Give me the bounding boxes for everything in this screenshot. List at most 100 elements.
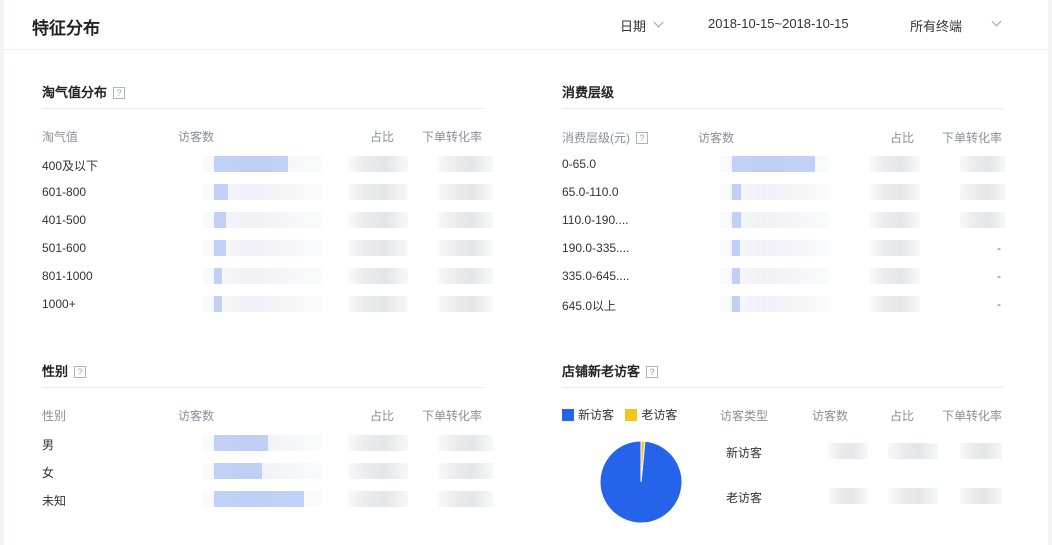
legend-item-old[interactable]: 老访客 <box>625 408 677 422</box>
visitor-count-redacted <box>828 488 868 504</box>
table-row[interactable]: 801-1000 <box>42 263 493 291</box>
gender-section-title: 性别? <box>42 361 87 380</box>
row-label: 65.0-110.0 <box>562 185 619 199</box>
table-row[interactable]: 110.0-190.... <box>562 207 1006 235</box>
date-range-value: 2018-10-15~2018-10-15 <box>708 16 849 31</box>
divider <box>562 387 1003 388</box>
help-icon[interactable]: ? <box>113 87 126 99</box>
visitor-bar <box>214 463 262 479</box>
row-label: 新访客 <box>726 446 763 460</box>
conversion-value-redacted <box>438 296 493 312</box>
share-value-redacted <box>348 156 408 172</box>
conversion-value-redacted <box>438 463 493 479</box>
conversion-value: - <box>997 241 1001 255</box>
conversion-value-redacted <box>438 240 493 256</box>
conversion-value-redacted <box>438 268 493 284</box>
share-value-redacted <box>348 212 408 228</box>
visitor-bar <box>214 240 226 256</box>
help-icon[interactable]: ? <box>636 132 648 144</box>
table-row[interactable]: 女 <box>42 458 493 486</box>
spending-col-share: 占比 <box>890 131 915 145</box>
share-value-redacted <box>870 296 920 312</box>
row-label: 男 <box>42 438 55 452</box>
visitor-pie-chart <box>599 440 683 524</box>
row-label: 645.0以上 <box>562 299 617 313</box>
table-row[interactable]: 65.0-110.0 <box>562 179 1006 207</box>
row-label: 0-65.0 <box>562 157 597 171</box>
page-frame: 特征分布 日期 2018-10-15~2018-10-15 所有终端 淘气值分布… <box>4 0 1048 545</box>
table-row[interactable]: 401-500 <box>42 207 493 235</box>
row-label: 501-600 <box>42 241 87 255</box>
table-row[interactable]: 501-600 <box>42 235 493 263</box>
help-icon[interactable]: ? <box>646 366 659 378</box>
share-value-redacted <box>348 240 408 256</box>
date-type-label: 日期 <box>620 19 647 34</box>
row-label: 1000+ <box>42 297 76 311</box>
date-type-dropdown[interactable]: 日期 <box>620 0 668 50</box>
divider <box>562 108 1003 109</box>
table-row[interactable]: 400及以下 <box>42 151 493 179</box>
row-label: 未知 <box>42 494 67 508</box>
share-value-redacted <box>348 491 408 507</box>
spending-col-label: 消费层级(元)? <box>562 129 648 146</box>
visitor-bar <box>732 156 815 172</box>
visitor-bar <box>214 156 288 172</box>
terminal-dropdown[interactable]: 所有终端 <box>910 0 1010 50</box>
table-row[interactable]: 新访客 <box>720 438 1003 468</box>
table-row[interactable]: 645.0以上 - <box>562 291 1003 319</box>
help-icon[interactable]: ? <box>74 366 87 378</box>
visitors-col-share: 占比 <box>890 409 915 423</box>
row-label: 401-500 <box>42 213 87 227</box>
table-row[interactable]: 190.0-335.... - <box>562 235 1003 263</box>
conversion-value-redacted <box>960 156 1006 172</box>
conversion-value-redacted <box>438 491 493 507</box>
visitors-col-visitors: 访客数 <box>812 409 849 423</box>
table-row[interactable]: 335.0-645.... - <box>562 263 1003 291</box>
legend-swatch-old <box>625 409 638 421</box>
date-range-picker[interactable]: 2018-10-15~2018-10-15 <box>708 0 878 50</box>
taoqi-col-label: 淘气值 <box>42 130 79 144</box>
conversion-value: - <box>997 297 1001 311</box>
table-row[interactable]: 601-800 <box>42 179 493 207</box>
row-label: 女 <box>42 466 55 480</box>
taoqi-title-text: 淘气值分布 <box>42 85 108 100</box>
visitor-bar <box>732 296 740 312</box>
visitors-col-conversion: 下单转化率 <box>942 409 1003 423</box>
legend-label-new: 新访客 <box>578 408 615 422</box>
visitor-bar <box>214 435 268 451</box>
table-row[interactable]: 老访客 <box>720 483 1003 513</box>
row-label: 190.0-335.... <box>562 241 630 255</box>
taoqi-col-share: 占比 <box>370 130 395 144</box>
visitors-col-type: 访客类型 <box>720 409 769 423</box>
visitors-section-title: 店铺新老访客? <box>562 361 659 380</box>
taoqi-col-visitors: 访客数 <box>178 130 215 144</box>
row-label: 801-1000 <box>42 269 93 283</box>
row-label: 老访客 <box>726 491 763 505</box>
visitor-bar <box>732 184 741 200</box>
row-label: 110.0-190.... <box>562 213 629 227</box>
share-value-redacted <box>348 463 408 479</box>
visitor-bar <box>214 184 228 200</box>
spending-col-label-text: 消费层级(元) <box>562 131 630 145</box>
share-value-redacted <box>348 184 408 200</box>
taoqi-section-title: 淘气值分布? <box>42 82 126 101</box>
conversion-value-redacted <box>438 435 493 451</box>
conversion-value-redacted <box>960 488 1002 504</box>
divider <box>42 108 484 109</box>
share-value-redacted <box>888 443 938 459</box>
table-row[interactable]: 男 <box>42 430 493 458</box>
gender-col-visitors: 访客数 <box>178 409 215 423</box>
conversion-value-redacted <box>960 212 1006 228</box>
table-row[interactable]: 未知 <box>42 486 493 514</box>
page-title: 特征分布 <box>32 19 100 38</box>
visitors-title-text: 店铺新老访客 <box>562 364 641 379</box>
table-row[interactable]: 0-65.0 <box>562 151 1006 179</box>
table-row[interactable]: 1000+ <box>42 291 493 319</box>
spending-col-visitors: 访客数 <box>698 131 735 145</box>
legend-item-new[interactable]: 新访客 <box>562 408 614 422</box>
share-value-redacted <box>870 268 920 284</box>
conversion-value-redacted <box>960 184 1006 200</box>
visitor-bar <box>214 268 222 284</box>
conversion-value-redacted <box>438 212 493 228</box>
taoqi-col-conversion: 下单转化率 <box>422 130 483 144</box>
